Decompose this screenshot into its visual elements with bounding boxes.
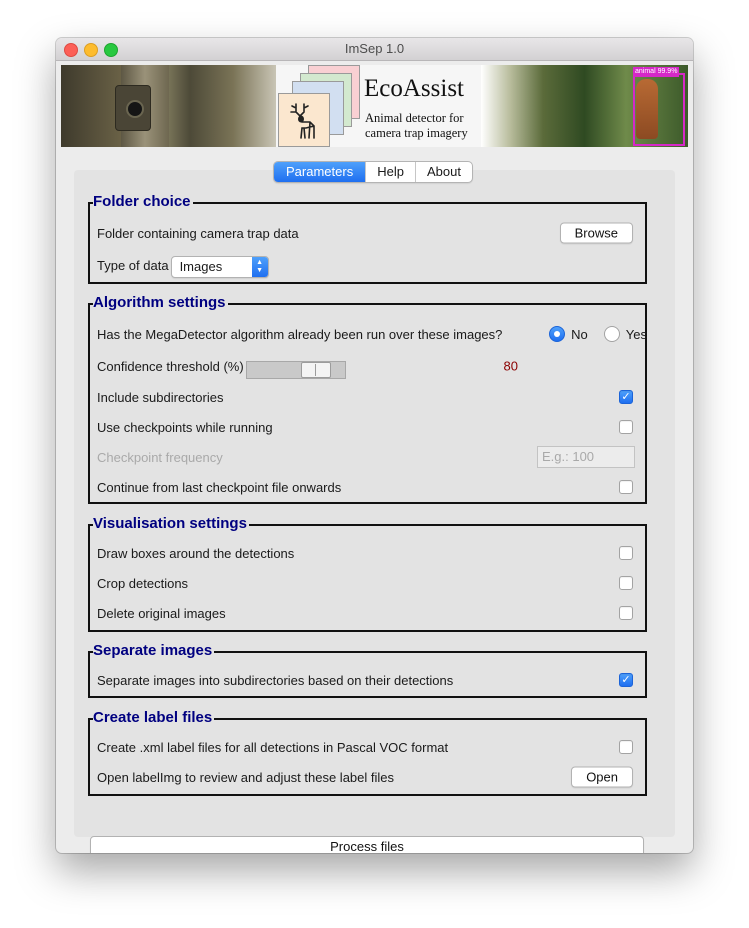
separate-images-title: Separate images <box>93 642 215 660</box>
logo-title: EcoAssist <box>364 75 464 102</box>
delete-label: Delete original images <box>97 605 226 621</box>
megadetector-row: Has the MegaDetector algorithm already b… <box>97 321 647 347</box>
folder-row: Folder containing camera trap data Brows… <box>97 220 633 246</box>
crop-row: Crop detections <box>97 570 633 596</box>
checkpoint-frequency-row: Checkpoint frequency E.g.: 100 <box>97 444 635 470</box>
data-type-label: Type of data <box>97 257 169 273</box>
label-files-section: Create label files Create .xml label fil… <box>88 709 647 796</box>
confidence-value: 80 <box>503 358 518 374</box>
algorithm-settings-section: Algorithm settings Has the MegaDetector … <box>88 294 647 504</box>
subdirs-checkbox[interactable]: ✓ <box>619 390 633 404</box>
crop-label: Crop detections <box>97 575 189 591</box>
detection-box <box>633 73 685 146</box>
separate-label: Separate images into subdirectories base… <box>97 672 454 688</box>
confidence-slider[interactable] <box>245 361 346 379</box>
continue-label: Continue from last checkpoint file onwar… <box>97 479 342 495</box>
subdirs-row: Include subdirectories ✓ <box>97 384 633 410</box>
checkpoints-row: Use checkpoints while running <box>97 414 633 440</box>
megadetector-question: Has the MegaDetector algorithm already b… <box>97 326 503 342</box>
logo-subtitle-line-1: Animal detector for <box>365 111 464 125</box>
tab-parameters[interactable]: Parameters <box>274 162 366 182</box>
labelimg-label: Open labelImg to review and adjust these… <box>97 769 395 785</box>
checkpoint-frequency-input[interactable]: E.g.: 100 <box>537 446 635 468</box>
slider-handle[interactable] <box>300 362 331 378</box>
logo-subtitle-line-2: camera trap imagery <box>365 126 468 140</box>
delete-row: Delete original images <box>97 600 633 626</box>
tab-bar: Parameters Help About <box>273 161 473 183</box>
open-labelimg-button[interactable]: Open <box>571 766 633 788</box>
xml-checkbox[interactable] <box>619 740 633 754</box>
megadetector-radio-group: No Yes <box>533 326 647 342</box>
logo-subtitle: Animal detector for camera trap imagery <box>365 111 490 141</box>
radio-no-indicator[interactable] <box>549 326 566 342</box>
draw-boxes-checkbox[interactable] <box>619 546 633 560</box>
delete-checkbox[interactable] <box>619 606 633 620</box>
tab-about[interactable]: About <box>414 162 472 182</box>
checkpoint-frequency-label: Checkpoint frequency <box>97 449 223 465</box>
separate-images-section: Separate images Separate images into sub… <box>88 642 647 698</box>
process-files-button[interactable]: Process files <box>90 836 644 853</box>
data-type-row: Type of data Images ▲ ▼ <box>97 252 633 278</box>
select-arrows-icon: ▲ ▼ <box>251 257 268 277</box>
detection-label: animal 99.9% <box>633 67 680 77</box>
radio-yes-indicator[interactable] <box>603 326 620 342</box>
algorithm-settings-title: Algorithm settings <box>93 294 228 312</box>
camera-trap-photo <box>61 65 276 147</box>
fox-detection-photo: animal 99.9% <box>481 65 688 147</box>
subdirs-label: Include subdirectories <box>97 389 224 405</box>
confidence-label: Confidence threshold (%) <box>97 358 244 374</box>
separate-checkbox[interactable]: ✓ <box>619 673 633 687</box>
folder-choice-section: Folder choice Folder containing camera t… <box>88 193 647 284</box>
radio-no-label: No <box>571 326 588 342</box>
parameters-panel: Folder choice Folder containing camera t… <box>74 170 675 853</box>
separate-row: Separate images into subdirectories base… <box>97 667 633 693</box>
draw-boxes-row: Draw boxes around the detections <box>97 540 633 566</box>
visualisation-settings-title: Visualisation settings <box>93 515 249 533</box>
data-type-select[interactable]: Images ▲ ▼ <box>170 256 269 278</box>
label-files-title: Create label files <box>93 709 215 727</box>
browse-button[interactable]: Browse <box>559 222 633 244</box>
title-bar[interactable]: ImSep 1.0 <box>56 38 693 61</box>
radio-yes-label: Yes <box>625 326 647 342</box>
checkpoints-label: Use checkpoints while running <box>97 419 273 435</box>
radio-yes[interactable]: Yes <box>603 326 647 342</box>
checkpoints-checkbox[interactable] <box>619 420 633 434</box>
data-type-value: Images <box>179 259 223 274</box>
camera-lens-icon <box>126 100 144 118</box>
ecoassist-logo: EcoAssist Animal detector for camera tra… <box>276 65 481 147</box>
xml-label: Create .xml label files for all detectio… <box>97 739 449 755</box>
radio-no[interactable]: No <box>549 326 588 342</box>
header-banner: EcoAssist Animal detector for camera tra… <box>61 65 688 147</box>
xml-row: Create .xml label files for all detectio… <box>97 734 633 760</box>
continue-checkbox[interactable] <box>619 480 633 494</box>
app-window: ImSep 1.0 EcoAssist Animal detector for … <box>56 38 693 853</box>
draw-boxes-label: Draw boxes around the detections <box>97 545 295 561</box>
crop-checkbox[interactable] <box>619 576 633 590</box>
tab-help[interactable]: Help <box>365 162 415 182</box>
labelimg-row: Open labelImg to review and adjust these… <box>97 764 633 790</box>
folder-choice-title: Folder choice <box>93 193 193 211</box>
continue-row: Continue from last checkpoint file onwar… <box>97 474 633 500</box>
visualisation-settings-section: Visualisation settings Draw boxes around… <box>88 515 647 632</box>
folder-label: Folder containing camera trap data <box>97 225 299 241</box>
confidence-row: Confidence threshold (%) 80 <box>97 353 633 379</box>
camera-trap-icon <box>115 85 151 131</box>
deer-icon <box>278 93 330 147</box>
window-title: ImSep 1.0 <box>344 41 405 56</box>
